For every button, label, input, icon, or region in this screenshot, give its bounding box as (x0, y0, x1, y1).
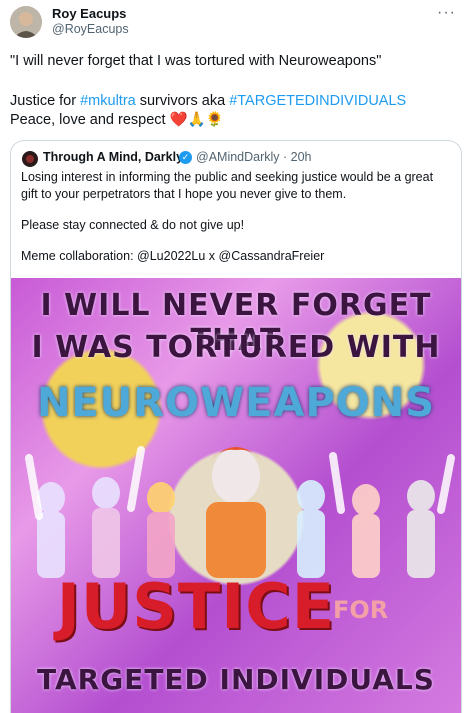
hashtag-targeted-individuals[interactable]: #TARGETEDINDIVIDUALS (229, 93, 406, 109)
meme-text-line2: I WAS TORTURED WITH (31, 330, 441, 365)
avatar[interactable] (10, 6, 42, 38)
heart-emoji-icon: ❤️ (169, 112, 188, 128)
author-name[interactable]: Roy Eacups (52, 6, 126, 21)
quote-text-line2: Please stay connected & do not give up! (21, 218, 245, 232)
crowd-illustration (25, 446, 455, 578)
quote-text-line1: Losing interest in informing the public … (21, 170, 434, 201)
text-mid: survivors aka (135, 93, 230, 109)
quote-text-line3: Meme collaboration: @Lu2022Lu x @Cassand… (21, 249, 325, 263)
more-options-icon[interactable]: ··· (437, 4, 456, 22)
tweet-text-line2: Justice for #mkultra survivors aka #TARG… (10, 92, 460, 111)
sunflower-emoji-icon: 🌻 (205, 112, 224, 128)
quoted-tweet[interactable]: Through A Mind, Darkly ✓ @AMindDarkly · … (10, 140, 462, 713)
text-prefix: Justice for (10, 93, 81, 109)
meme-text-line3: NEUROWEAPONS (36, 380, 436, 426)
tweet-text-line1: "I will never forget that I was tortured… (10, 53, 382, 69)
quote-avatar[interactable] (22, 151, 38, 167)
pray-emoji-icon: 🙏 (187, 112, 206, 128)
hashtag-mkultra[interactable]: #mkultra (80, 93, 136, 109)
text-peace: Peace, love and respect (10, 112, 170, 128)
meme-text-for: FOR (333, 596, 389, 624)
verified-badge-icon: ✓ (179, 151, 192, 164)
meme-image[interactable]: I WILL NEVER FORGET THAT I WAS TORTURED … (11, 278, 461, 713)
author-handle[interactable]: @RoyEacups (52, 22, 129, 36)
tweet: Roy Eacups @RoyEacups ··· "I will never … (0, 0, 468, 713)
quote-author-handle[interactable]: @AMindDarkly · 20h (196, 150, 312, 164)
tweet-text-line3: Peace, love and respect ❤️🙏🌻 (10, 111, 460, 130)
quote-author-name[interactable]: Through A Mind, Darkly (43, 150, 183, 164)
meme-text-targeted: TARGETED INDIVIDUALS (37, 663, 435, 696)
